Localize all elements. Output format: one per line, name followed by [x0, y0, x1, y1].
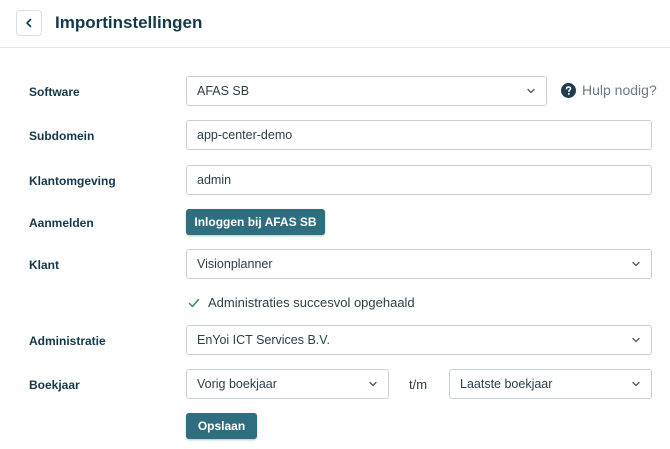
- fiscal-year-separator: t/m: [409, 377, 428, 392]
- administration-label: Administratie: [29, 334, 106, 348]
- administration-value: EnYoi ICT Services B.V.: [197, 333, 330, 347]
- subdomain-label: Subdomein: [29, 129, 95, 143]
- success-message: Administraties succesvol opgehaald: [188, 295, 415, 311]
- fiscal-year-label: Boekjaar: [29, 378, 80, 392]
- subdomain-value: app-center-demo: [197, 128, 293, 142]
- page-title: Importinstellingen: [55, 13, 203, 32]
- fiscal-year-to-select[interactable]: Laatste boekjaar: [449, 369, 652, 399]
- chevron-down-icon: [632, 381, 640, 387]
- login-label: Aanmelden: [29, 216, 94, 230]
- client-value: Visionplanner: [197, 257, 273, 271]
- administration-select[interactable]: EnYoi ICT Services B.V.: [186, 325, 652, 355]
- question-circle-icon: [561, 82, 576, 98]
- login-afas-button[interactable]: Inloggen bij AFAS SB: [186, 209, 325, 235]
- subdomain-input[interactable]: app-center-demo: [186, 120, 652, 150]
- chevron-down-icon: [632, 261, 640, 267]
- back-button[interactable]: [16, 10, 42, 36]
- client-select[interactable]: Visionplanner: [186, 249, 652, 279]
- fiscal-year-to-value: Laatste boekjaar: [460, 377, 553, 391]
- fiscal-year-from-value: Vorig boekjaar: [197, 377, 277, 391]
- check-icon: [188, 298, 200, 308]
- environment-input[interactable]: admin: [186, 165, 652, 195]
- software-select[interactable]: AFAS SB: [186, 76, 547, 106]
- page-header: Importinstellingen: [0, 0, 670, 48]
- environment-label: Klantomgeving: [29, 174, 116, 188]
- fiscal-year-from-select[interactable]: Vorig boekjaar: [186, 369, 389, 399]
- environment-value: admin: [197, 173, 232, 187]
- chevron-down-icon: [632, 337, 640, 343]
- chevron-down-icon: [369, 381, 377, 387]
- help-link[interactable]: Hulp nodig?: [561, 81, 657, 99]
- software-label: Software: [29, 85, 80, 99]
- chevron-down-icon: [527, 88, 535, 94]
- success-text: Administraties succesvol opgehaald: [208, 295, 415, 310]
- client-label: Klant: [29, 258, 59, 272]
- software-value: AFAS SB: [197, 84, 250, 98]
- save-button[interactable]: Opslaan: [186, 413, 257, 439]
- help-text: Hulp nodig?: [582, 82, 657, 98]
- chevron-left-icon: [26, 18, 32, 28]
